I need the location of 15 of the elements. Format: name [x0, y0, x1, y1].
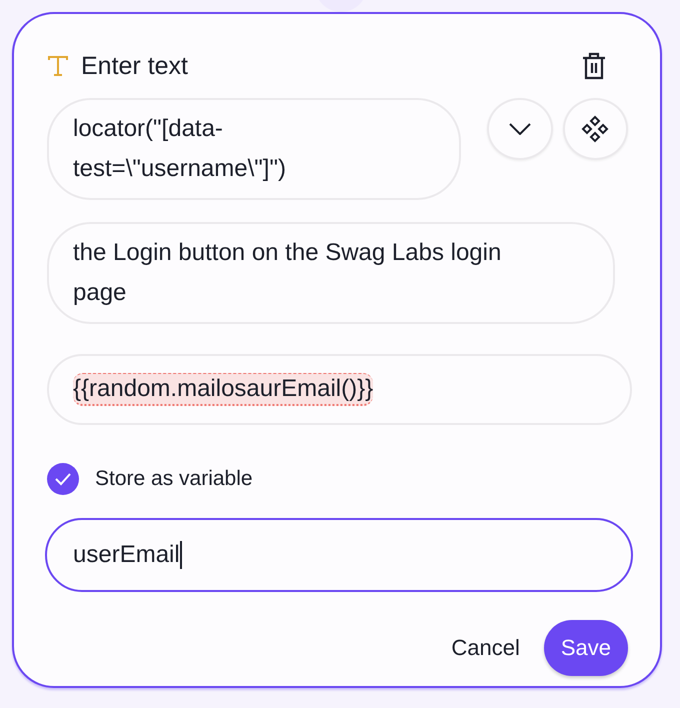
locator-field[interactable]: locator("[data-test=\"username\"]") [47, 98, 462, 200]
text-icon [47, 55, 69, 77]
description-field[interactable]: the Login button on the Swag Labs login page [47, 222, 615, 324]
error-token: {{random.mailosaurEmail()}} [73, 373, 374, 406]
save-button[interactable]: Save [544, 620, 628, 676]
cancel-button[interactable]: Cancel [451, 627, 520, 669]
chevron-down-icon [508, 123, 531, 135]
variable-name-field[interactable]: userEmail [45, 518, 633, 592]
value-field[interactable]: {{random.mailosaurEmail()}} [47, 354, 632, 425]
checkbox[interactable] [47, 463, 79, 495]
check-icon [54, 472, 72, 486]
step-title: Enter text [81, 52, 189, 80]
diamonds-icon [581, 115, 610, 143]
checkbox-label: Store as variable [95, 467, 253, 491]
delete-icon[interactable] [582, 52, 606, 80]
